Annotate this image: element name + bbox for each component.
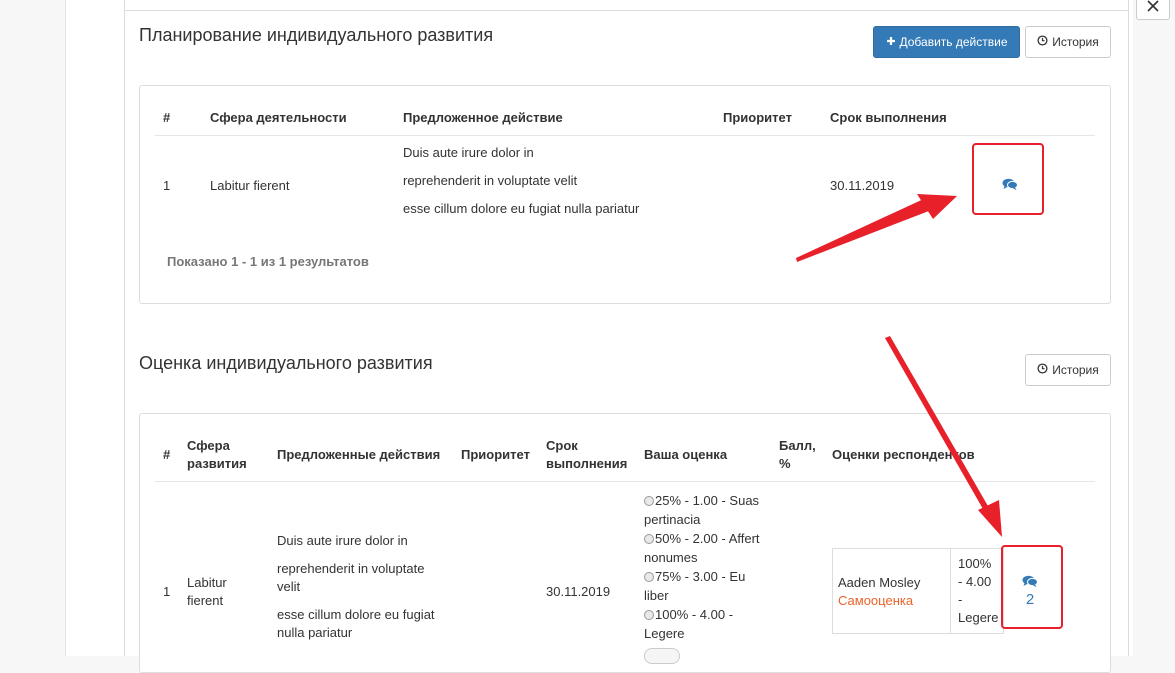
arrow-annotation [885,336,1002,537]
arrow-annotation [796,194,957,262]
annotation-arrows [796,194,1002,537]
